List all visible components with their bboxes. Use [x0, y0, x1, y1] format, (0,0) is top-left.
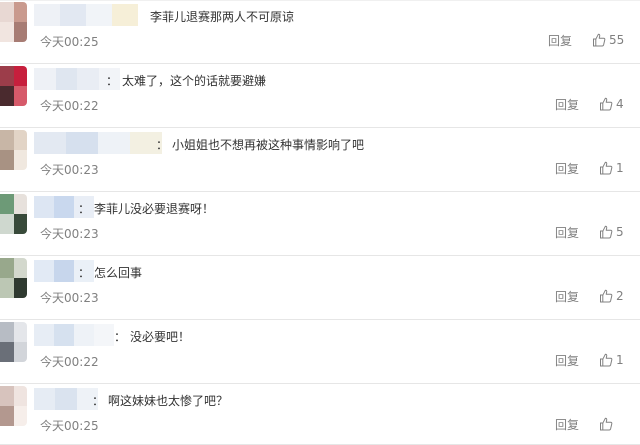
like-count: 1 [616, 353, 624, 367]
comment-body: 没必要吧！ [130, 330, 191, 344]
reply-button[interactable]: 回复 [555, 226, 579, 240]
like-button[interactable]: 55 [592, 31, 624, 49]
reply-button[interactable]: 回复 [555, 354, 579, 368]
reply-button[interactable]: 回复 [555, 418, 579, 432]
like-button[interactable]: 1 [599, 351, 624, 369]
comment-body: 李菲儿没必要退赛呀！ [94, 202, 215, 216]
username-blurred[interactable] [34, 4, 138, 26]
comment-item: ：怎么回事今天00:23 回复 2 [0, 256, 640, 320]
avatar[interactable] [0, 194, 27, 234]
like-button[interactable]: 2 [599, 287, 624, 305]
comment-time: 今天00:23 [40, 163, 99, 177]
thumbs-up-icon [600, 161, 613, 175]
thumbs-up-icon [600, 97, 613, 111]
avatar[interactable] [0, 386, 27, 426]
reply-button[interactable]: 回复 [555, 98, 579, 112]
like-count: 1 [616, 161, 624, 175]
comment-body: 李菲儿退赛那两人不可原谅 [150, 10, 295, 24]
colon-separator: ： [78, 266, 91, 280]
comment-time: 今天00:25 [40, 35, 99, 49]
like-count: 55 [609, 33, 625, 47]
comment-time: 今天00:23 [40, 291, 99, 305]
avatar[interactable] [0, 130, 27, 170]
comment-item: ：没必要吧！ 今天00:22 回复 1 [0, 320, 640, 384]
username-blurred[interactable] [34, 324, 114, 346]
comment-text: 李菲儿退赛那两人不可原谅 [150, 9, 294, 25]
username-blurred[interactable] [34, 388, 98, 410]
comment-time: 今天00:22 [40, 99, 99, 113]
like-count: 5 [616, 225, 624, 239]
comment-item: ：小姐姐也不想再被这种事情影响了吧今天00:23 回复 1 [0, 128, 640, 192]
comment-time: 今天00:22 [40, 355, 99, 369]
reply-button[interactable]: 回复 [555, 290, 579, 304]
thumbs-up-icon [600, 353, 613, 367]
like-button[interactable]: 1 [599, 159, 624, 177]
comment-body: 太难了，这个的话就要避嫌 [122, 74, 267, 88]
avatar[interactable] [0, 2, 27, 42]
thumbs-up-icon [600, 289, 613, 303]
like-button[interactable]: 5 [599, 223, 624, 241]
thumbs-up-icon [600, 225, 613, 239]
reply-button[interactable]: 回复 [548, 34, 572, 48]
colon-separator: ： [156, 138, 169, 152]
like-count: 2 [616, 289, 624, 303]
comment-body: 小姐姐也不想再被这种事情影响了吧 [172, 138, 365, 152]
comment-time: 今天00:25 [40, 419, 99, 433]
comment-item: ：李菲儿没必要退赛呀！ 今天00:23 回复 5 [0, 192, 640, 256]
comment-time: 今天00:23 [40, 227, 99, 241]
comment-text: ：怎么回事 [78, 265, 143, 281]
avatar[interactable] [0, 258, 27, 298]
comment-body: 啊这妹妹也太惨了吧？ [108, 394, 229, 408]
comment-body: 怎么回事 [94, 266, 143, 280]
comment-text: ：小姐姐也不想再被这种事情影响了吧 [156, 137, 365, 153]
avatar[interactable] [0, 322, 27, 362]
comment-text: ：啊这妹妹也太惨了吧？ [92, 393, 229, 409]
thumbs-up-icon [600, 417, 613, 431]
reply-button[interactable]: 回复 [555, 162, 579, 176]
colon-separator: ： [92, 394, 105, 408]
like-button[interactable] [599, 415, 616, 433]
comment-text: ：没必要吧！ [114, 329, 191, 345]
comment-text: ：太难了，这个的话就要避嫌 [106, 73, 267, 89]
username-blurred[interactable] [34, 132, 162, 154]
thumbs-up-icon [593, 33, 606, 47]
colon-separator: ： [114, 330, 127, 344]
comment-item: ：太难了，这个的话就要避嫌 今天00:22 回复 4 [0, 64, 640, 128]
avatar[interactable] [0, 66, 27, 106]
comment-item: ：啊这妹妹也太惨了吧？ 今天00:25 回复 [0, 384, 640, 445]
like-button[interactable]: 4 [599, 95, 624, 113]
colon-separator: ： [106, 74, 119, 88]
comment-item: 李菲儿退赛那两人不可原谅今天00:25 回复 55 [0, 0, 640, 64]
comment-text: ：李菲儿没必要退赛呀！ [78, 201, 215, 217]
like-count: 4 [616, 97, 624, 111]
comment-list: 李菲儿退赛那两人不可原谅 今天00:25 回复 55：太难了，这个的话就要避嫌 今天00… [0, 0, 640, 445]
colon-separator: ： [78, 202, 91, 216]
